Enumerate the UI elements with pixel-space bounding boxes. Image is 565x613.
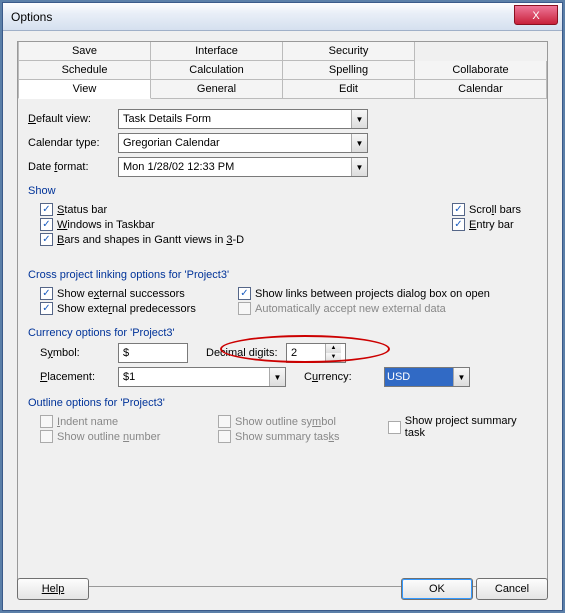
tab-edit[interactable]: Edit (283, 80, 415, 99)
chevron-down-icon[interactable]: ▼ (453, 368, 469, 386)
label-status-bar: Status bar (57, 204, 107, 216)
cancel-button[interactable]: Cancel (476, 578, 548, 600)
view-panel: Default view: ▼ Calendar type: ▼ Date fo… (17, 99, 548, 587)
checkbox-ext-successors[interactable] (40, 287, 53, 300)
spin-up-icon[interactable]: ▲ (326, 344, 341, 353)
close-icon: X (532, 10, 539, 22)
decimal-digits-value[interactable] (287, 344, 325, 362)
default-view-label: Default view: (28, 113, 118, 125)
label-scroll-bars: Scroll bars (469, 204, 521, 216)
label-links-dialog: Show links between projects dialog box o… (255, 288, 490, 300)
label-outline-symbol: Show outline symbol (235, 416, 336, 428)
checkbox-outline-number (40, 430, 53, 443)
group-cross-linking: Cross project linking options for 'Proje… (28, 269, 537, 281)
symbol-input[interactable] (118, 343, 188, 363)
decimal-digits-spinner[interactable]: ▲▼ (286, 343, 346, 363)
help-button[interactable]: Help (17, 578, 89, 600)
checkbox-summary-tasks (218, 430, 231, 443)
tab-general[interactable]: General (151, 80, 283, 99)
placement-value[interactable] (119, 368, 269, 386)
label-indent-name: Indent name (57, 416, 118, 428)
placement-label: Placement: (40, 371, 118, 383)
window-title: Options (11, 10, 52, 24)
calendar-type-value[interactable] (119, 134, 351, 152)
label-summary-tasks: Show summary tasks (235, 431, 340, 443)
close-button[interactable]: X (514, 5, 558, 25)
tab-spelling[interactable]: Spelling (283, 61, 415, 80)
group-outline: Outline options for 'Project3' (28, 397, 537, 409)
checkbox-windows-taskbar[interactable] (40, 218, 53, 231)
checkbox-project-summary[interactable] (388, 421, 401, 434)
label-project-summary: Show project summary task (405, 415, 537, 439)
label-ext-successors: Show external successors (57, 288, 185, 300)
label-outline-number: Show outline number (57, 431, 160, 443)
date-format-label: Date format: (28, 161, 118, 173)
chevron-down-icon[interactable]: ▼ (351, 158, 367, 176)
default-view-combo[interactable]: ▼ (118, 109, 368, 129)
checkbox-outline-symbol (218, 415, 231, 428)
ok-button[interactable]: OK (401, 578, 473, 600)
currency-combo[interactable]: USD ▼ (384, 367, 470, 387)
label-entry-bar: Entry bar (469, 219, 514, 231)
checkbox-ext-predecessors[interactable] (40, 302, 53, 315)
checkbox-bars-3d[interactable] (40, 233, 53, 246)
chevron-down-icon[interactable]: ▼ (351, 110, 367, 128)
dialog-footer: Help OK Cancel (17, 578, 548, 600)
chevron-down-icon[interactable]: ▼ (351, 134, 367, 152)
checkbox-indent-name (40, 415, 53, 428)
placement-combo[interactable]: ▼ (118, 367, 286, 387)
group-currency: Currency options for 'Project3' (28, 327, 537, 339)
calendar-type-label: Calendar type: (28, 137, 118, 149)
currency-label: Currency: (304, 371, 384, 383)
options-dialog: Options X Save Interface Security Schedu… (2, 2, 563, 611)
tab-interface[interactable]: Interface (151, 42, 283, 61)
label-bars-3d: Bars and shapes in Gantt views in 3-D (57, 234, 244, 246)
tab-view[interactable]: View (18, 80, 151, 99)
label-ext-predecessors: Show external predecessors (57, 303, 196, 315)
decimal-label: Decimal digits: (206, 347, 286, 359)
titlebar[interactable]: Options X (3, 3, 562, 31)
calendar-type-combo[interactable]: ▼ (118, 133, 368, 153)
tab-calculation[interactable]: Calculation (151, 61, 283, 80)
spin-down-icon[interactable]: ▼ (326, 353, 341, 362)
label-windows-taskbar: Windows in Taskbar (57, 219, 155, 231)
date-format-value[interactable] (119, 158, 351, 176)
checkbox-links-dialog[interactable] (238, 287, 251, 300)
chevron-down-icon[interactable]: ▼ (269, 368, 285, 386)
default-view-value[interactable] (119, 110, 351, 128)
checkbox-scroll-bars[interactable] (452, 203, 465, 216)
group-show: Show (28, 185, 537, 197)
symbol-label: Symbol: (40, 347, 118, 359)
tab-calendar[interactable]: Calendar (415, 80, 547, 99)
tab-strip: Save Interface Security Schedule Calcula… (17, 41, 548, 99)
checkbox-status-bar[interactable] (40, 203, 53, 216)
dialog-content: Save Interface Security Schedule Calcula… (3, 31, 562, 597)
checkbox-auto-accept (238, 302, 251, 315)
date-format-combo[interactable]: ▼ (118, 157, 368, 177)
tab-save[interactable]: Save (18, 42, 151, 61)
tab-schedule[interactable]: Schedule (18, 61, 151, 80)
currency-value: USD (385, 368, 453, 386)
checkbox-entry-bar[interactable] (452, 218, 465, 231)
tab-collaborate[interactable]: Collaborate (415, 61, 547, 80)
tab-security[interactable]: Security (283, 42, 415, 61)
label-auto-accept: Automatically accept new external data (255, 303, 446, 315)
